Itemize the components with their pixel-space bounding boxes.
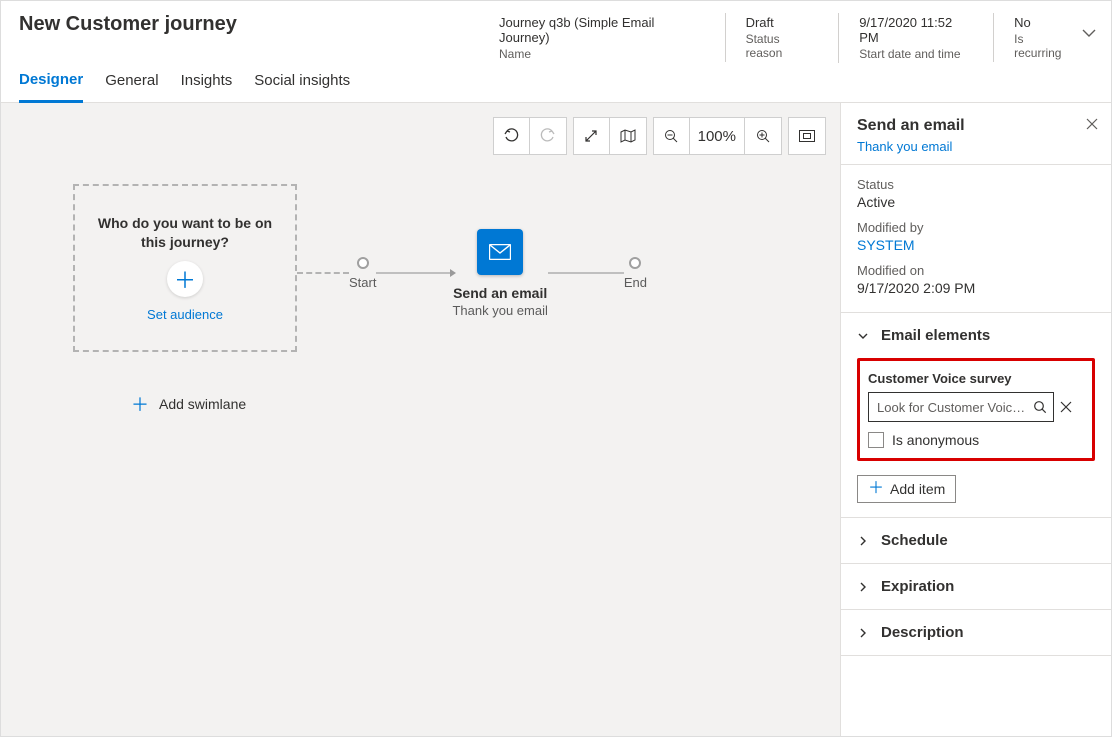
zoom-in-button[interactable]	[745, 118, 781, 154]
close-icon	[1085, 117, 1099, 131]
plus-icon: ＋	[868, 481, 884, 497]
survey-lookup-input[interactable]	[875, 399, 1033, 416]
audience-question: Who do you want to be on this journey?	[89, 214, 281, 252]
fullscreen-button[interactable]	[574, 118, 610, 154]
pane-record-link[interactable]: Thank you email	[857, 139, 1095, 154]
redo-button[interactable]	[530, 118, 566, 154]
email-node-subtitle: Thank you email	[452, 303, 547, 318]
connector-arrow	[376, 272, 452, 274]
fit-screen-icon	[799, 130, 815, 142]
add-audience-button[interactable]: ＋	[167, 261, 203, 297]
minimap-button[interactable]	[610, 118, 646, 154]
section-expiration-toggle[interactable]: Expiration	[841, 564, 1111, 609]
pane-close-button[interactable]	[1085, 117, 1099, 131]
map-icon	[620, 129, 636, 143]
set-audience-link[interactable]: Set audience	[147, 307, 223, 322]
record-header: New Customer journey Journey q3b (Simple…	[1, 1, 1111, 59]
meta-name: Journey q3b (Simple Email Journey) Name	[499, 13, 725, 63]
meta-recurring: No Is recurring	[993, 13, 1093, 62]
chevron-right-icon	[857, 535, 871, 547]
pane-properties: Status Active Modified by SYSTEM Modifie…	[841, 165, 1111, 313]
survey-remove-button[interactable]	[1060, 401, 1084, 413]
add-item-button[interactable]: ＋ Add item	[857, 475, 956, 503]
section-schedule: Schedule	[841, 518, 1111, 564]
chevron-down-icon	[857, 330, 871, 342]
is-anonymous-label: Is anonymous	[892, 432, 979, 448]
survey-lookup[interactable]	[868, 392, 1054, 422]
section-expiration: Expiration	[841, 564, 1111, 610]
zoom-level[interactable]: 100%	[690, 118, 745, 154]
start-dot	[357, 257, 369, 269]
email-node-title: Send an email	[453, 285, 547, 301]
prop-status: Active	[857, 194, 1095, 210]
survey-label: Customer Voice survey	[868, 371, 1084, 386]
is-anonymous-checkbox[interactable]	[868, 432, 884, 448]
properties-pane: Send an email Thank you email Status Act…	[841, 103, 1111, 736]
customer-voice-survey-block: Customer Voice survey	[857, 358, 1095, 461]
envelope-icon	[489, 244, 511, 260]
page-title: New Customer journey	[19, 13, 499, 36]
section-schedule-toggle[interactable]: Schedule	[841, 518, 1111, 563]
section-description-toggle[interactable]: Description	[841, 610, 1111, 655]
journey-flow: Who do you want to be on this journey? ＋…	[73, 183, 647, 353]
chevron-right-icon	[857, 581, 871, 593]
section-description: Description	[841, 610, 1111, 656]
end-node: End	[624, 257, 647, 290]
section-email-elements-toggle[interactable]: Email elements	[841, 313, 1111, 358]
canvas-toolbar: 100%	[493, 117, 826, 155]
chevron-right-icon	[857, 627, 871, 639]
plus-icon: ＋	[174, 263, 196, 295]
tab-general[interactable]: General	[105, 59, 158, 103]
meta-status-reason: Draft Status reason	[725, 13, 839, 62]
chevron-down-icon	[1081, 25, 1097, 41]
pane-title: Send an email	[857, 117, 1095, 135]
header-expand-toggle[interactable]	[1081, 25, 1097, 41]
prop-modified-by[interactable]: SYSTEM	[857, 237, 1095, 253]
fit-to-screen-button[interactable]	[789, 118, 825, 154]
add-swimlane-button[interactable]: ＋ Add swimlane	[131, 391, 246, 417]
zoom-out-icon	[664, 129, 678, 143]
tab-insights[interactable]: Insights	[181, 59, 233, 103]
search-icon[interactable]	[1033, 400, 1047, 414]
start-node: Start	[349, 257, 376, 290]
send-email-node[interactable]: Send an email Thank you email	[452, 229, 547, 318]
close-icon	[1060, 401, 1072, 413]
undo-icon	[503, 128, 519, 144]
connector-line	[548, 272, 624, 274]
audience-placeholder[interactable]: Who do you want to be on this journey? ＋…	[73, 184, 297, 352]
email-tile[interactable]	[477, 229, 523, 275]
plus-icon: ＋	[131, 391, 149, 417]
connector-dashed	[297, 272, 349, 274]
prop-modified-on: 9/17/2020 2:09 PM	[857, 280, 1095, 296]
meta-start-date: 9/17/2020 11:52 PM Start date and time	[838, 13, 993, 63]
section-email-elements: Email elements Customer Voice survey	[841, 313, 1111, 518]
zoom-in-icon	[756, 129, 770, 143]
tab-social-insights[interactable]: Social insights	[254, 59, 350, 103]
end-dot	[629, 257, 641, 269]
undo-button[interactable]	[494, 118, 530, 154]
tab-designer[interactable]: Designer	[19, 59, 83, 103]
tab-bar: Designer General Insights Social insight…	[1, 59, 1111, 103]
redo-icon	[540, 128, 556, 144]
zoom-out-button[interactable]	[654, 118, 690, 154]
designer-canvas[interactable]: 100% Who do you want to be on this journ…	[1, 103, 841, 736]
expand-icon	[584, 129, 598, 143]
